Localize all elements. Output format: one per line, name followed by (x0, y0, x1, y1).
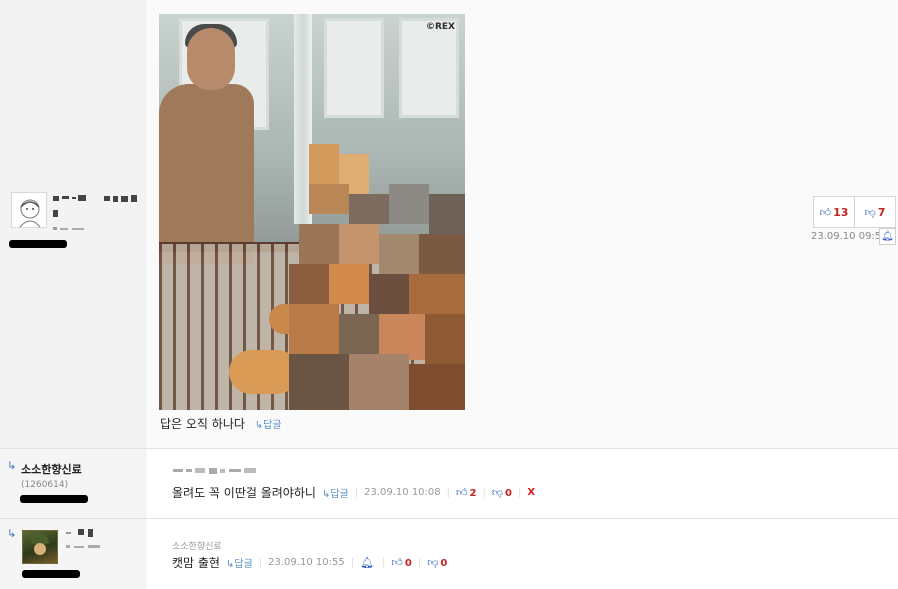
divider: | (446, 487, 451, 498)
reply-button[interactable]: ↳답글 (322, 485, 349, 500)
thumbs-up-icon: 👍︎ (819, 205, 832, 219)
like-button[interactable]: 👍︎ 2 (456, 486, 476, 499)
like-button[interactable]: 👍︎ 0 (391, 556, 411, 569)
bell-icon[interactable]: 🔔︎ (360, 556, 374, 569)
reply-button[interactable]: ↳답글 (255, 420, 282, 431)
id-redacted (20, 495, 88, 503)
comment-text: 답은 오직 하나다 (160, 417, 245, 431)
comment-meta: 캣맘 출현 ↳답글 | 23.09.10 10:55 | 🔔︎ | 👍︎ 0 | … (172, 554, 447, 571)
mosaic-censor (289, 124, 465, 410)
dislike-button[interactable]: 👎︎ 7 (854, 197, 895, 227)
like-count: 13 (833, 205, 849, 219)
comment-text: 캣맘 출현 (172, 556, 220, 570)
id-redacted (9, 240, 67, 248)
avatar[interactable] (11, 192, 47, 228)
thumbs-down-icon: 👎︎ (491, 486, 504, 499)
comment-body: 답은 오직 하나다 ↳답글 (160, 415, 282, 432)
timestamp: 23.09.10 10:08 (364, 487, 441, 498)
divider: | (350, 557, 355, 568)
post-image[interactable]: ©REX (159, 14, 465, 410)
divider: | (482, 487, 486, 498)
divider: | (518, 487, 522, 498)
dislike-count: 7 (877, 205, 886, 219)
reply-label: 답글 (263, 420, 282, 431)
vote-box: 👍︎ 13 👎︎ 7 (813, 196, 896, 228)
comment-row-main: ©REX 답은 오직 하나다 ↳답글 👍︎ 13 👎︎ 7 23.09.10 09:… (0, 0, 898, 449)
reply-arrow-icon: ↳ (7, 459, 17, 472)
like-count: 0 (404, 558, 412, 569)
reply-arrow-icon: ↳ (7, 527, 17, 540)
author-nickname[interactable]: 소소한향신료 (21, 461, 82, 477)
avatar[interactable] (22, 530, 58, 564)
thumbs-up-icon: 👍︎ (456, 486, 468, 499)
like-count: 2 (469, 488, 477, 499)
delete-button[interactable]: X (527, 487, 535, 498)
timestamp: 23.09.10 10:55 (268, 557, 345, 568)
divider: | (258, 557, 263, 568)
comment-row-reply-2: ↳ 소소한향신료 캣맘 출현 ↳답글 | 23.09.10 10:55 | 🔔︎… (0, 519, 898, 589)
comment-row-reply-1: ↳ 소소한향신료 (1260614) 올려도 꼭 이딴걸 올려야하니 ↳답글 |… (0, 449, 898, 519)
dislike-count: 0 (440, 558, 448, 569)
like-button[interactable]: 👍︎ 13 (814, 197, 854, 227)
dislike-button[interactable]: 👎︎ 0 (492, 486, 512, 499)
reply-button[interactable]: ↳답글 (226, 555, 253, 570)
author-id: (1260614) (21, 480, 69, 490)
comment-text: 올려도 꼭 이딴걸 올려야하니 (172, 486, 316, 500)
thumbs-up-icon: 👍︎ (391, 556, 403, 569)
comment-meta: 올려도 꼭 이딴걸 올려야하니 ↳답글 | 23.09.10 10:08 | 👍… (172, 484, 535, 501)
divider: | (354, 487, 359, 498)
reply-label: 답글 (330, 489, 349, 500)
id-redacted (22, 570, 80, 578)
reply-arrow-icon: ↳ (254, 420, 264, 431)
parent-nickname: 소소한향신료 (172, 542, 222, 552)
thumbs-down-icon: 👎︎ (427, 556, 439, 569)
photo-watermark: ©REX (425, 22, 455, 32)
dislike-count: 0 (505, 488, 512, 499)
divider: | (417, 557, 422, 568)
dislike-button[interactable]: 👎︎ 0 (427, 556, 447, 569)
divider: | (382, 557, 386, 568)
timestamp: 23.09.10 09:55 (811, 231, 888, 242)
thumbs-down-icon: 👎︎ (864, 205, 876, 219)
cartoon-avatar-icon (19, 199, 41, 228)
bell-icon[interactable]: 🔔︎ (879, 228, 896, 245)
reply-label: 답글 (234, 559, 253, 570)
